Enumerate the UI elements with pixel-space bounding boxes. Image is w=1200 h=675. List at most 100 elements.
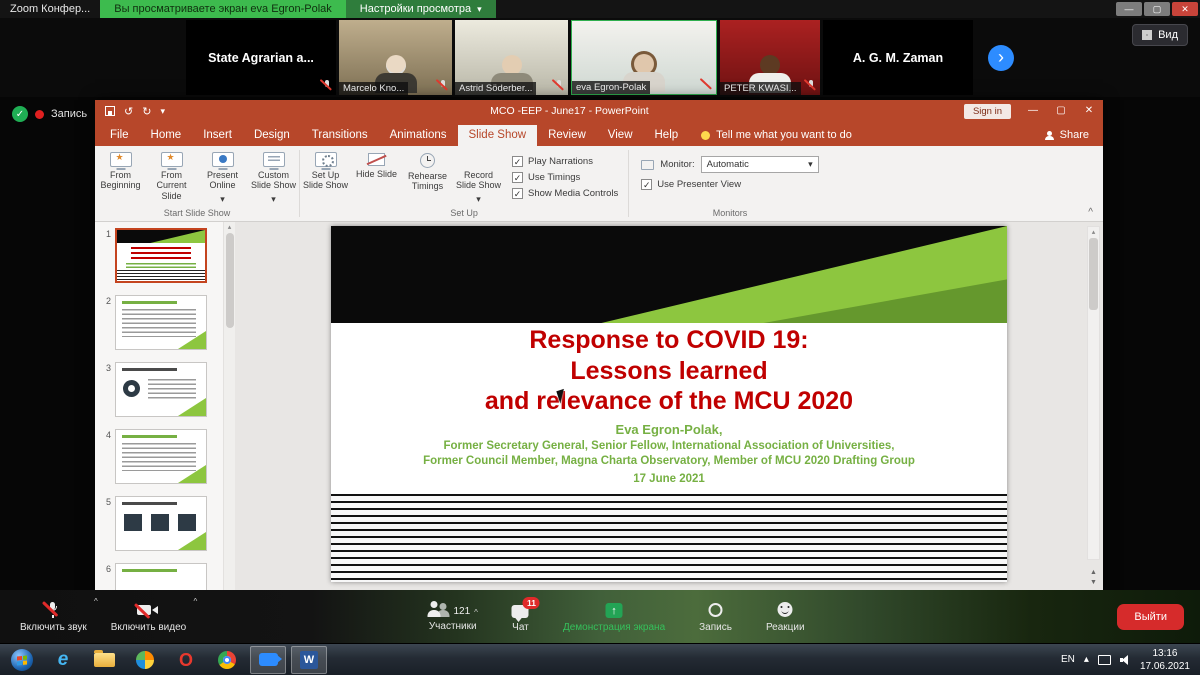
use-presenter-view-checkbox[interactable]: Use Presenter View (641, 179, 818, 190)
participants-button[interactable]: 121 ^ Участники (415, 590, 489, 643)
tab-home[interactable]: Home (140, 125, 193, 146)
tab-design[interactable]: Design (243, 125, 301, 146)
start-button[interactable] (4, 646, 40, 674)
slide-number: 4 (100, 429, 111, 440)
previous-slide-button[interactable]: ▲ (1090, 569, 1097, 576)
use-timings-checkbox[interactable]: Use Timings (512, 172, 618, 183)
sign-in-button[interactable]: Sign in (964, 104, 1011, 119)
slide-subtitle-line2: Former Secretary General, Senior Fellow,… (331, 439, 1007, 454)
play-narrations-checkbox[interactable]: Play Narrations (512, 156, 618, 167)
ribbon-collapse-button[interactable]: ^ (1088, 207, 1093, 218)
undo-icon[interactable]: ↺ (124, 105, 133, 118)
participant-tile[interactable]: eva Egron-Polak (571, 20, 717, 95)
quick-access-menu-icon[interactable] (160, 105, 165, 117)
tab-review[interactable]: Review (537, 125, 597, 146)
participant-tile[interactable]: A. G. M. Zaman (823, 20, 973, 95)
hide-slide-button[interactable]: Hide Slide (351, 148, 402, 179)
tell-me-box[interactable]: Tell me what you want to do (701, 129, 852, 146)
participant-tile[interactable]: Astrid Söderber... (455, 20, 568, 95)
scrollbar-thumb[interactable] (226, 233, 234, 328)
slide-thumbnail-5[interactable] (115, 496, 207, 551)
ppt-close-button[interactable]: ✕ (1075, 100, 1103, 122)
view-button[interactable]: Вид (1132, 24, 1188, 46)
redo-icon[interactable]: ↻ (142, 105, 151, 118)
zoom-maximize-button[interactable]: ▢ (1144, 2, 1170, 16)
reactions-button[interactable]: Реакции (754, 590, 817, 643)
slide-thumbnail-2[interactable] (115, 295, 207, 350)
view-button-label: Вид (1158, 29, 1178, 41)
taskbar-item-ie[interactable]: e (45, 646, 81, 674)
share-button[interactable]: Share (1045, 129, 1103, 146)
custom-slide-show-button[interactable]: Custom Slide Show (248, 148, 299, 204)
video-options-caret-icon[interactable]: ^ (193, 597, 197, 606)
present-online-button[interactable]: Present Online (197, 148, 248, 204)
taskbar-item-media[interactable] (127, 646, 163, 674)
slide-thumbnail-6[interactable] (115, 563, 207, 590)
slide-thumbnail-3[interactable] (115, 362, 207, 417)
show-media-controls-checkbox[interactable]: Show Media Controls (512, 188, 618, 199)
volume-tray-icon[interactable] (1120, 654, 1131, 665)
rehearse-timings-button[interactable]: Rehearse Timings (402, 148, 453, 192)
ppt-maximize-button[interactable]: ▢ (1047, 100, 1075, 122)
checkbox-checked-icon (512, 156, 523, 167)
taskbar-item-zoom[interactable] (250, 646, 286, 674)
leave-button[interactable]: Выйти (1117, 604, 1184, 630)
clock-time: 13:16 (1140, 647, 1190, 660)
taskbar-item-word[interactable]: W (291, 646, 327, 674)
taskbar-item-opera[interactable]: O (168, 646, 204, 674)
present-online-label: Present Online (198, 170, 247, 191)
record-slide-show-button[interactable]: Record Slide Show (453, 148, 504, 204)
record-button[interactable]: Запись (687, 590, 744, 643)
thumbnail-scrollbar[interactable]: ▴ (223, 222, 235, 590)
slide-thumbnail-1[interactable] (115, 228, 207, 283)
save-icon[interactable] (105, 106, 115, 116)
monitor-globe-icon (212, 152, 234, 167)
participant-tile[interactable]: Marcelo Kno... (339, 20, 452, 95)
tab-animations[interactable]: Animations (379, 125, 458, 146)
next-slide-button[interactable]: ▼ (1090, 579, 1097, 586)
slide-thumbnail-4[interactable] (115, 429, 207, 484)
participant-name: State Agrarian a... (186, 20, 336, 95)
view-settings-button[interactable]: Настройки просмотра (346, 0, 496, 18)
share-screen-button[interactable]: Демонстрация экрана (551, 590, 677, 643)
from-current-slide-button[interactable]: From Current Slide (146, 148, 197, 201)
taskbar-item-explorer[interactable] (86, 646, 122, 674)
monitor-gear-icon (315, 152, 337, 167)
slide-scrollbar[interactable]: ▴ (1087, 226, 1100, 560)
next-participants-button[interactable] (988, 45, 1014, 71)
start-video-button[interactable]: ^ Включить видео (99, 590, 199, 643)
slide-title-line1: Response to COVID 19: (331, 325, 1007, 356)
powerpoint-titlebar: ↺ ↻ MCO -EEP - June17 - PowerPoint Sign … (95, 100, 1103, 122)
audio-options-caret-icon[interactable]: ^ (94, 597, 98, 606)
monitor-list-icon (263, 152, 285, 167)
record-icon (709, 603, 723, 617)
use-timings-label: Use Timings (528, 172, 580, 183)
slide-subtitle-line1: Eva Egron-Polak, (331, 422, 1007, 439)
participants-caret-icon[interactable]: ^ (474, 608, 478, 617)
chat-button[interactable]: 11 Чат (500, 590, 541, 643)
zoom-close-button[interactable]: ✕ (1172, 2, 1198, 16)
thumbnail-art (123, 380, 140, 397)
language-indicator[interactable]: EN (1061, 654, 1075, 665)
slide-canvas[interactable]: Response to COVID 19: Lessons learned an… (331, 226, 1007, 582)
thumbnail-art (122, 301, 177, 304)
participant-tile[interactable]: State Agrarian a... (186, 20, 336, 95)
from-beginning-button[interactable]: From Beginning (95, 148, 146, 191)
set-up-slide-show-button[interactable]: Set Up Slide Show (300, 148, 351, 191)
tab-view[interactable]: View (597, 125, 644, 146)
tray-expand-icon[interactable]: ▴ (1084, 654, 1089, 665)
monitor-dropdown[interactable]: Automatic (701, 156, 819, 173)
ppt-minimize-button[interactable]: — (1019, 100, 1047, 122)
participant-tile[interactable]: PETER KWASI... (720, 20, 820, 95)
zoom-minimize-button[interactable]: — (1116, 2, 1142, 16)
tab-slide-show[interactable]: Slide Show (458, 125, 538, 146)
taskbar-item-chrome[interactable] (209, 646, 245, 674)
scrollbar-thumb[interactable] (1089, 238, 1098, 310)
tab-file[interactable]: File (99, 125, 140, 146)
unmute-button[interactable]: ^ Включить звук (8, 590, 99, 643)
display-tray-icon[interactable] (1098, 655, 1111, 665)
tab-help[interactable]: Help (644, 125, 690, 146)
taskbar-clock[interactable]: 13:16 17.06.2021 (1140, 647, 1190, 673)
tab-insert[interactable]: Insert (192, 125, 243, 146)
tab-transitions[interactable]: Transitions (301, 125, 379, 146)
